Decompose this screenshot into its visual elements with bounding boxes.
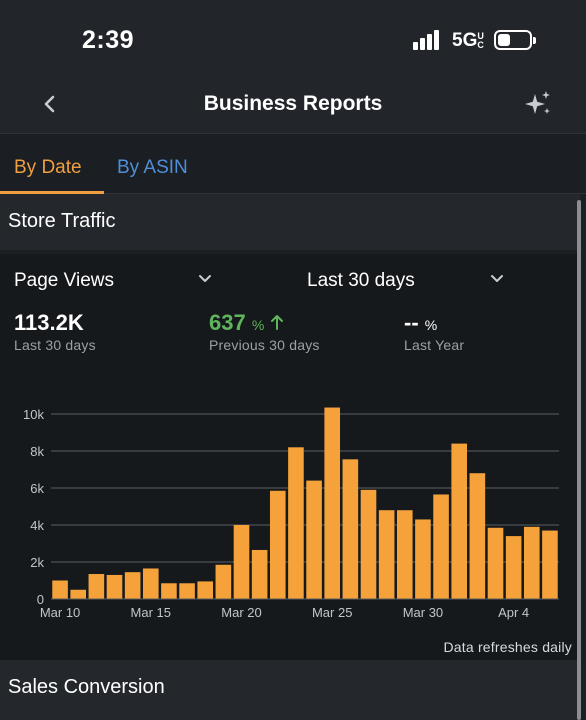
- bar: [415, 519, 431, 599]
- bar: [306, 480, 322, 599]
- x-tick-label: Mar 30: [403, 605, 443, 620]
- bar: [469, 473, 486, 599]
- arrow-up-icon: [271, 315, 284, 330]
- bar: [106, 574, 123, 599]
- section-title-sales-conversion: Sales Conversion: [8, 676, 165, 698]
- metric-dropdown[interactable]: Page Views: [14, 270, 114, 292]
- x-tick-label: Mar 15: [131, 605, 171, 620]
- bar: [523, 526, 540, 599]
- section-title-store-traffic: Store Traffic: [8, 210, 116, 232]
- network-suffix: UC: [477, 31, 484, 50]
- x-tick-label: Apr 4: [498, 605, 529, 620]
- store-traffic-card: Page Views Last 30 days 113.2K Last 30 d…: [0, 254, 580, 660]
- previous-period-change: 637 %: [209, 310, 284, 336]
- date-range-label: Last 30 days: [307, 270, 415, 291]
- current-page-views-value: 113.2K: [14, 310, 84, 335]
- x-tick-label: Mar 25: [312, 605, 352, 620]
- bar: [88, 574, 105, 599]
- bar: [451, 443, 468, 599]
- bar: [161, 583, 177, 599]
- page-views-bar-chart: 02k4k6k8k10kMar 10 Mar 15 Mar 20 Mar 25 Mar …: [23, 407, 559, 620]
- store-traffic-header[interactable]: Store Traffic: [0, 194, 580, 250]
- previous-change-value: 637: [209, 310, 246, 335]
- navigation-bar: Business Reports: [0, 80, 586, 134]
- previous-period-label: Previous 30 days: [209, 337, 320, 353]
- last-year-change: -- %: [404, 310, 437, 336]
- bar: [288, 447, 304, 599]
- network-type: 5G: [452, 30, 478, 51]
- status-bar: 2:39 5GUC: [0, 0, 586, 80]
- bar: [269, 490, 286, 599]
- bar: [179, 583, 195, 599]
- status-time: 2:39: [82, 26, 135, 54]
- bar: [197, 581, 214, 599]
- signal-strength-icon: [413, 30, 441, 50]
- bar: [142, 568, 159, 599]
- tab-by-date[interactable]: By Date: [14, 157, 82, 179]
- last-year-label: Last Year: [404, 337, 465, 353]
- metric-dropdown-label: Page Views: [14, 270, 114, 291]
- bar: [505, 536, 522, 599]
- bar: [52, 580, 68, 599]
- y-tick-label: 10k: [23, 407, 44, 422]
- network-indicator: 5GUC: [452, 30, 486, 52]
- y-tick-label: 2k: [30, 555, 44, 570]
- report-tabs: By Date By ASIN: [0, 140, 586, 194]
- previous-change-unit: %: [251, 317, 265, 333]
- date-range-chevron-down-icon[interactable]: [490, 274, 504, 284]
- bar: [542, 530, 558, 599]
- last-year-value: --: [404, 310, 419, 335]
- page-title: Business Reports: [203, 92, 383, 115]
- bar: [233, 525, 250, 599]
- bar: [70, 589, 87, 599]
- bar: [324, 407, 341, 599]
- x-tick-label: Mar 20: [221, 605, 261, 620]
- bar: [342, 459, 359, 599]
- battery-icon: [494, 30, 536, 50]
- data-refresh-note: Data refreshes daily: [443, 639, 572, 655]
- scrollbar[interactable]: [577, 200, 581, 720]
- ai-assistant-button[interactable]: [522, 88, 554, 120]
- y-tick-label: 6k: [30, 481, 44, 496]
- bar: [360, 489, 377, 599]
- bar: [396, 510, 413, 599]
- date-range-dropdown[interactable]: Last 30 days: [307, 270, 415, 292]
- tab-by-asin[interactable]: By ASIN: [117, 157, 188, 179]
- sales-conversion-header[interactable]: Sales Conversion: [0, 660, 580, 720]
- sparkle-icon: [525, 91, 550, 114]
- current-period-label: Last 30 days: [14, 337, 96, 353]
- metric-chevron-down-icon[interactable]: [198, 274, 212, 284]
- bar: [215, 564, 232, 599]
- last-year-unit: %: [424, 317, 438, 333]
- bar: [433, 494, 449, 599]
- y-tick-label: 8k: [30, 444, 44, 459]
- bar: [487, 527, 504, 599]
- bar: [124, 572, 141, 599]
- y-tick-label: 4k: [30, 518, 44, 533]
- bar: [378, 510, 395, 599]
- bar: [251, 549, 268, 599]
- x-tick-label: Mar 10: [40, 605, 80, 620]
